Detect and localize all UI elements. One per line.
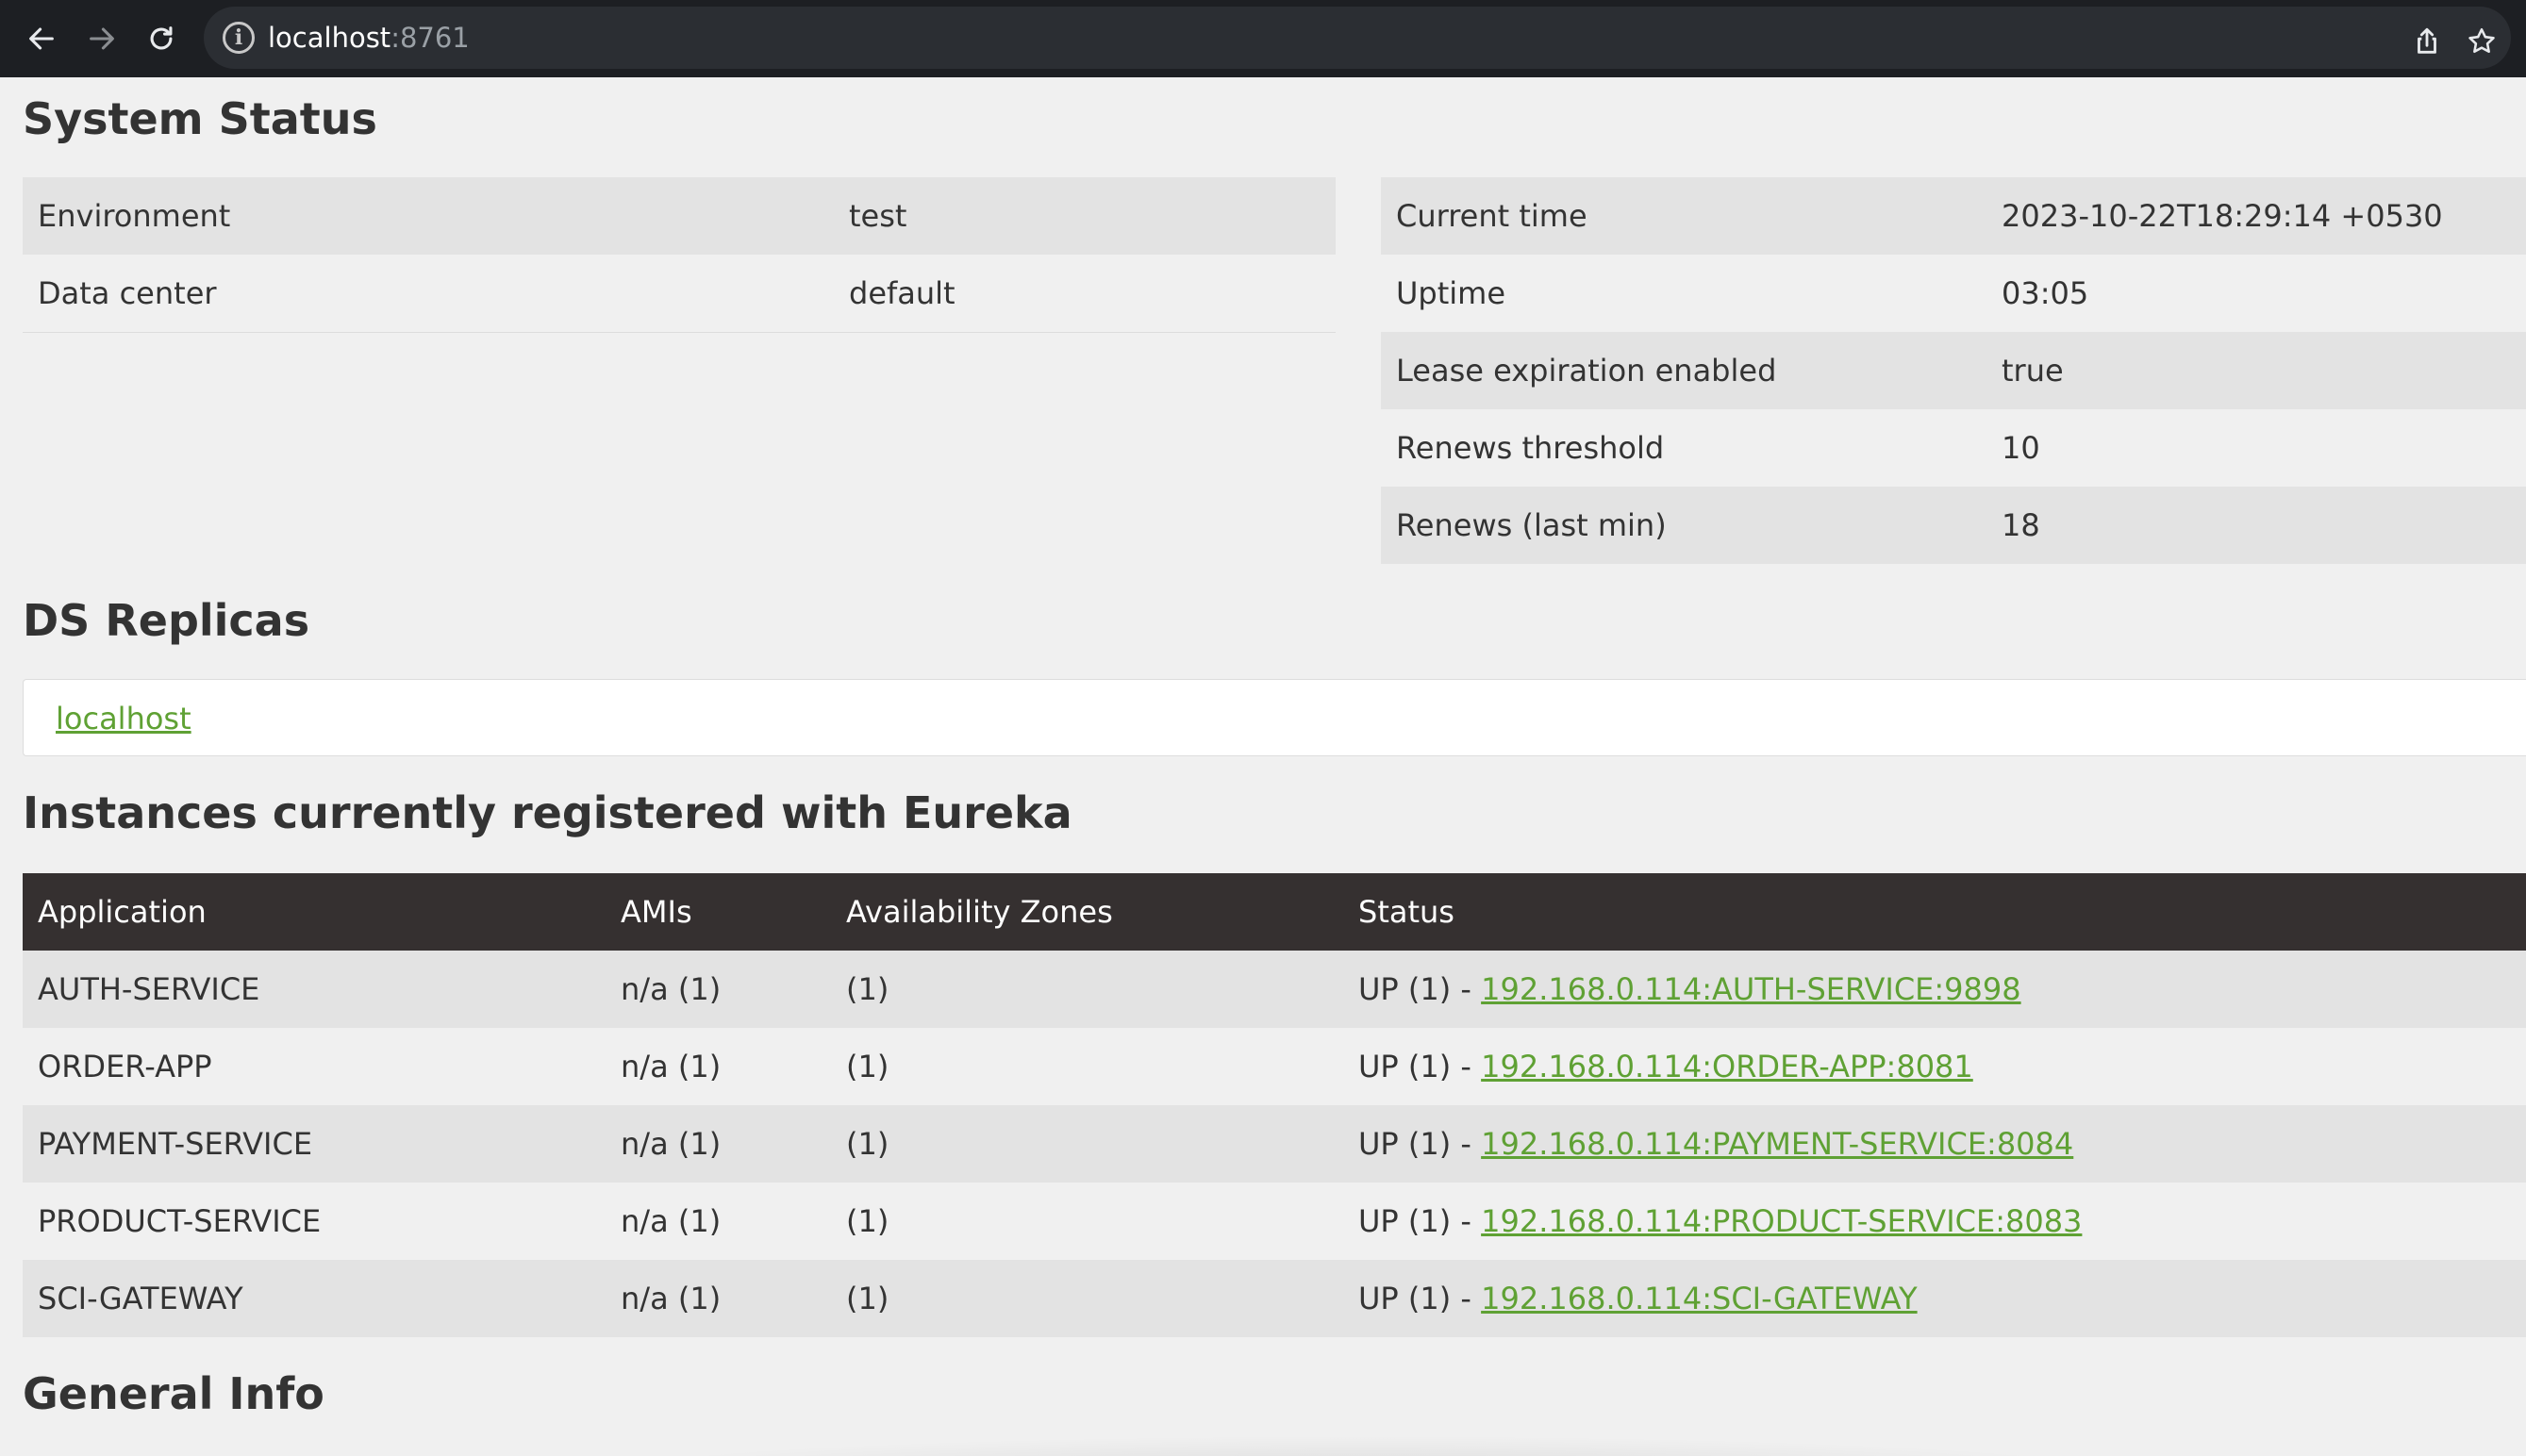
general-info-title: General Info <box>23 1368 324 1419</box>
info-icon[interactable]: i <box>223 22 255 54</box>
table-row: SCI-GATEWAY n/a (1) (1) UP (1) - 192.168… <box>23 1260 2526 1337</box>
url-text[interactable]: localhost:8761 <box>268 22 470 54</box>
table-header-row: Application AMIs Availability Zones Stat… <box>23 873 2526 951</box>
url-port: :8761 <box>391 22 470 54</box>
table-row: Lease expiration enabled true <box>1381 332 2526 409</box>
instance-link[interactable]: 192.168.0.114:PAYMENT-SERVICE:8084 <box>1481 1126 2073 1162</box>
app-name: AUTH-SERVICE <box>23 951 606 1028</box>
url-host: localhost <box>268 22 391 54</box>
app-name: SCI-GATEWAY <box>23 1260 606 1337</box>
share-icon[interactable] <box>2411 25 2443 58</box>
app-name: PAYMENT-SERVICE <box>23 1105 606 1183</box>
system-status-title: System Status <box>23 93 377 144</box>
status-label: Environment <box>23 177 834 255</box>
table-row: AUTH-SERVICE n/a (1) (1) UP (1) - 192.16… <box>23 951 2526 1028</box>
forward-button[interactable] <box>80 17 124 60</box>
ds-replicas-title: DS Replicas <box>23 595 310 646</box>
browser-toolbar: i localhost:8761 <box>0 0 2526 77</box>
column-header-availability-zones: Availability Zones <box>831 873 1343 951</box>
app-amis: n/a (1) <box>606 1183 831 1260</box>
status-label: Lease expiration enabled <box>1381 332 1986 409</box>
app-amis: n/a (1) <box>606 1028 831 1105</box>
status-label: Current time <box>1381 177 1986 255</box>
star-icon[interactable] <box>2466 25 2498 58</box>
app-status: UP (1) - 192.168.0.114:AUTH-SERVICE:9898 <box>1343 951 2526 1028</box>
app-name: PRODUCT-SERVICE <box>23 1183 606 1260</box>
instance-link[interactable]: 192.168.0.114:SCI-GATEWAY <box>1481 1281 1918 1316</box>
status-label: Uptime <box>1381 255 1986 332</box>
table-row: Renews (last min) 18 <box>1381 487 2526 564</box>
status-value: 10 <box>1986 409 2526 487</box>
back-button[interactable] <box>20 17 63 60</box>
column-header-status: Status <box>1343 873 2526 951</box>
system-status-right-table: Current time 2023-10-22T18:29:14 +0530 U… <box>1381 177 2526 564</box>
table-top-shadow <box>585 1435 2141 1456</box>
app-zones: (1) <box>831 1028 1343 1105</box>
app-status: UP (1) - 192.168.0.114:PRODUCT-SERVICE:8… <box>1343 1183 2526 1260</box>
instance-link[interactable]: 192.168.0.114:AUTH-SERVICE:9898 <box>1481 971 2020 1007</box>
table-row: PRODUCT-SERVICE n/a (1) (1) UP (1) - 192… <box>23 1183 2526 1260</box>
reload-icon <box>150 26 173 50</box>
status-label: Data center <box>23 255 834 333</box>
status-label: Renews threshold <box>1381 409 1986 487</box>
instances-title: Instances currently registered with Eure… <box>23 787 1072 838</box>
back-arrow-icon <box>29 27 54 50</box>
table-row: Renews threshold 10 <box>1381 409 2526 487</box>
app-status: UP (1) - 192.168.0.114:ORDER-APP:8081 <box>1343 1028 2526 1105</box>
status-value: test <box>834 177 1336 255</box>
table-row: Current time 2023-10-22T18:29:14 +0530 <box>1381 177 2526 255</box>
status-text: UP (1) - <box>1358 1281 1482 1316</box>
status-text: UP (1) - <box>1358 1049 1482 1084</box>
status-text: UP (1) - <box>1358 1126 1482 1162</box>
app-status: UP (1) - 192.168.0.114:PAYMENT-SERVICE:8… <box>1343 1105 2526 1183</box>
status-value: 18 <box>1986 487 2526 564</box>
table-row: Data center default <box>23 255 1336 333</box>
replica-link-localhost[interactable]: localhost <box>56 701 191 736</box>
app-name: ORDER-APP <box>23 1028 606 1105</box>
status-value: true <box>1986 332 2526 409</box>
reload-button[interactable] <box>140 17 183 60</box>
status-label: Renews (last min) <box>1381 487 1986 564</box>
status-value: 2023-10-22T18:29:14 +0530 <box>1986 177 2526 255</box>
status-text: UP (1) - <box>1358 971 1482 1007</box>
instance-link[interactable]: 192.168.0.114:ORDER-APP:8081 <box>1481 1049 1973 1084</box>
table-row: ORDER-APP n/a (1) (1) UP (1) - 192.168.0… <box>23 1028 2526 1105</box>
column-header-application: Application <box>23 873 606 951</box>
address-bar[interactable]: i localhost:8761 <box>204 7 2511 69</box>
eureka-dashboard: System Status Environment test Data cent… <box>0 77 2526 1456</box>
table-row: Uptime 03:05 <box>1381 255 2526 332</box>
column-header-amis: AMIs <box>606 873 831 951</box>
table-row: PAYMENT-SERVICE n/a (1) (1) UP (1) - 192… <box>23 1105 2526 1183</box>
table-row: Environment test <box>23 177 1336 255</box>
app-zones: (1) <box>831 1260 1343 1337</box>
app-zones: (1) <box>831 1183 1343 1260</box>
app-amis: n/a (1) <box>606 1105 831 1183</box>
app-amis: n/a (1) <box>606 951 831 1028</box>
instances-table: Application AMIs Availability Zones Stat… <box>23 873 2526 1337</box>
instance-link[interactable]: 192.168.0.114:PRODUCT-SERVICE:8083 <box>1481 1203 2082 1239</box>
status-text: UP (1) - <box>1358 1203 1482 1239</box>
forward-arrow-icon <box>90 27 114 50</box>
app-status: UP (1) - 192.168.0.114:SCI-GATEWAY <box>1343 1260 2526 1337</box>
status-value: default <box>834 255 1336 333</box>
app-zones: (1) <box>831 1105 1343 1183</box>
system-status-left-table: Environment test Data center default <box>23 177 1336 333</box>
status-value: 03:05 <box>1986 255 2526 332</box>
app-zones: (1) <box>831 951 1343 1028</box>
app-amis: n/a (1) <box>606 1260 831 1337</box>
ds-replicas-list: localhost <box>23 679 2526 756</box>
